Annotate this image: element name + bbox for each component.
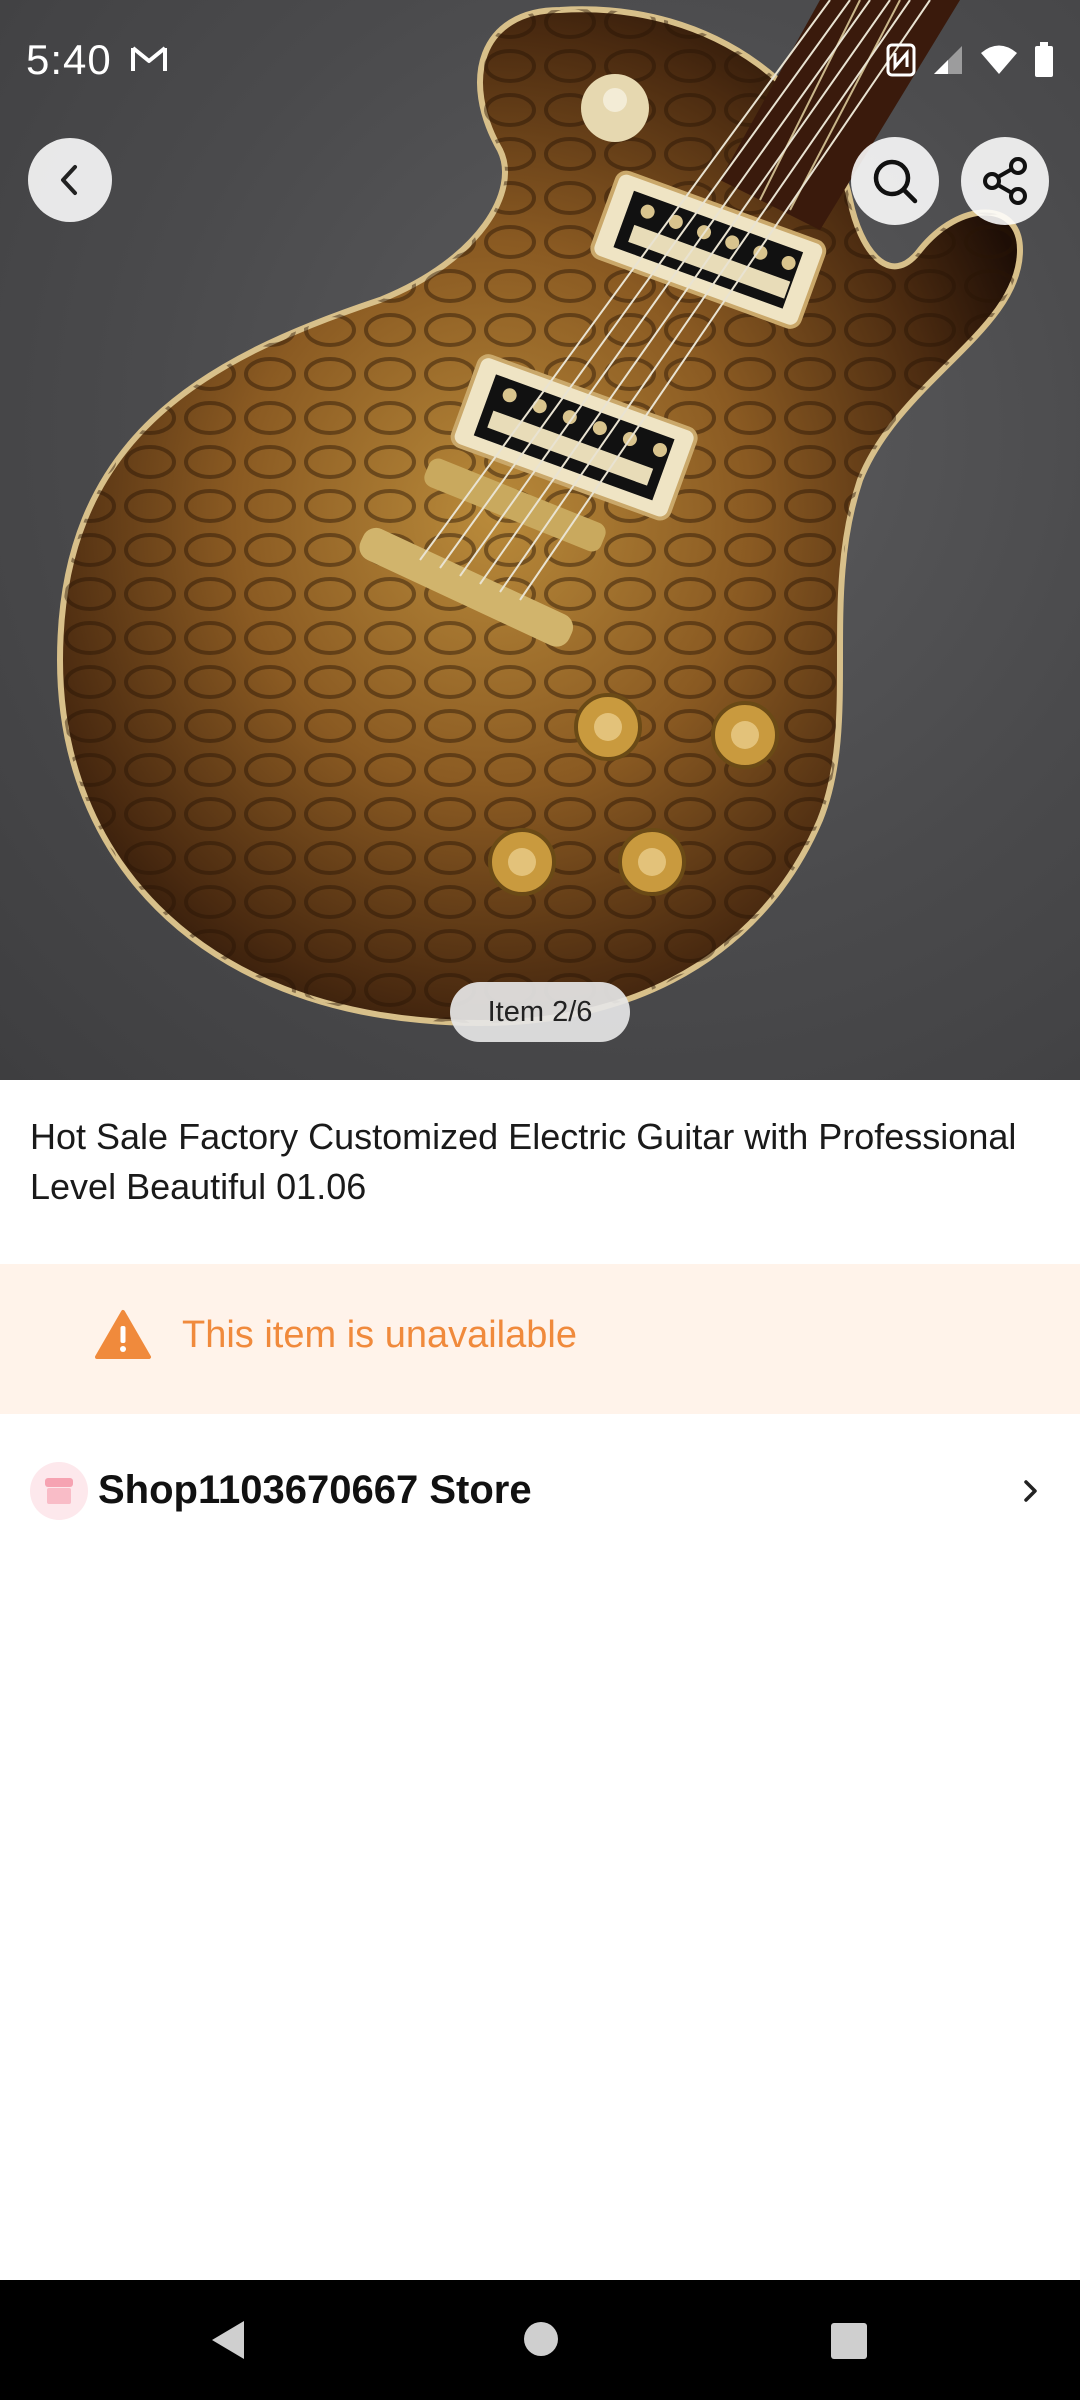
store-row[interactable]: Shop1103670667 Store — [0, 1440, 1080, 1540]
unavailable-message: This item is unavailable — [182, 1314, 577, 1356]
signal-icon — [934, 46, 962, 74]
share-button[interactable] — [961, 137, 1049, 225]
warning-icon — [95, 1310, 151, 1359]
nav-recent-apps-icon[interactable] — [830, 2322, 868, 2360]
back-button[interactable] — [28, 138, 112, 222]
chevron-left-icon — [61, 165, 77, 195]
system-navigation-bar — [0, 2280, 1080, 2400]
wifi-icon — [981, 45, 1017, 74]
share-icon — [983, 157, 1027, 205]
unavailable-banner: This item is unavailable — [0, 1264, 1080, 1414]
status-bar: 5:40 — [0, 0, 1080, 128]
product-title: Hot Sale Factory Customized Electric Gui… — [30, 1116, 1017, 1207]
store-name[interactable]: Shop1103670667 Store — [98, 1468, 532, 1513]
nfc-icon — [886, 43, 916, 77]
nav-home-icon[interactable] — [522, 2320, 560, 2358]
nav-back-icon[interactable] — [208, 2318, 248, 2362]
search-icon — [873, 159, 918, 204]
chevron-right-icon[interactable] — [1020, 1476, 1042, 1506]
battery-icon — [1035, 42, 1053, 77]
store-icon — [30, 1462, 88, 1520]
search-button[interactable] — [851, 137, 939, 225]
image-counter: Item 2/6 — [450, 982, 630, 1042]
status-time: 5:40 — [26, 36, 112, 83]
gmail-icon — [131, 46, 167, 71]
